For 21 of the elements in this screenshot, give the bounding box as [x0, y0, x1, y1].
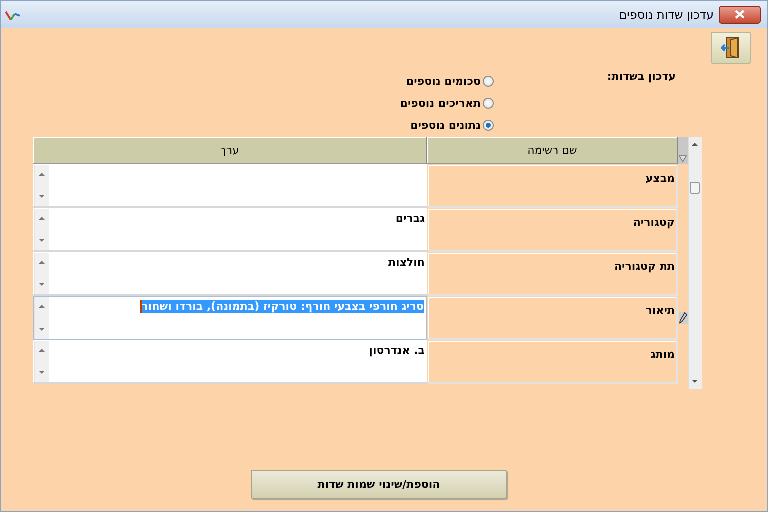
pencil-icon [678, 312, 688, 324]
add-change-field-names-button[interactable]: הוספת/שינוי שמות שדות [251, 470, 507, 499]
radio-option[interactable]: נתונים נוספים [410, 117, 494, 133]
radio-option[interactable]: סכומים נוספים [406, 73, 494, 89]
list-name-cell: תיאור [428, 297, 678, 340]
window-title: עדכון שדות נוספים [619, 8, 714, 22]
sort-icon [679, 155, 687, 163]
column-header[interactable]: שם רשימה [427, 137, 678, 164]
radio-option[interactable]: תאריכים נוספים [400, 95, 494, 111]
exit-button[interactable] [711, 32, 751, 64]
scrollbar[interactable] [688, 137, 702, 389]
update-fields-label: עדכון בשדות: [606, 69, 676, 85]
door-icon [721, 37, 741, 59]
close-icon [735, 10, 745, 19]
app-icon [5, 10, 21, 22]
list-name-cell: תת קטגוריה [428, 253, 678, 296]
list-name-cell: קטגוריה [428, 209, 678, 252]
list-name-cell: מותג [428, 341, 678, 384]
column-header[interactable]: ערך [33, 137, 427, 164]
close-button[interactable] [719, 6, 761, 24]
list-name-cell: מבצע [428, 165, 678, 208]
